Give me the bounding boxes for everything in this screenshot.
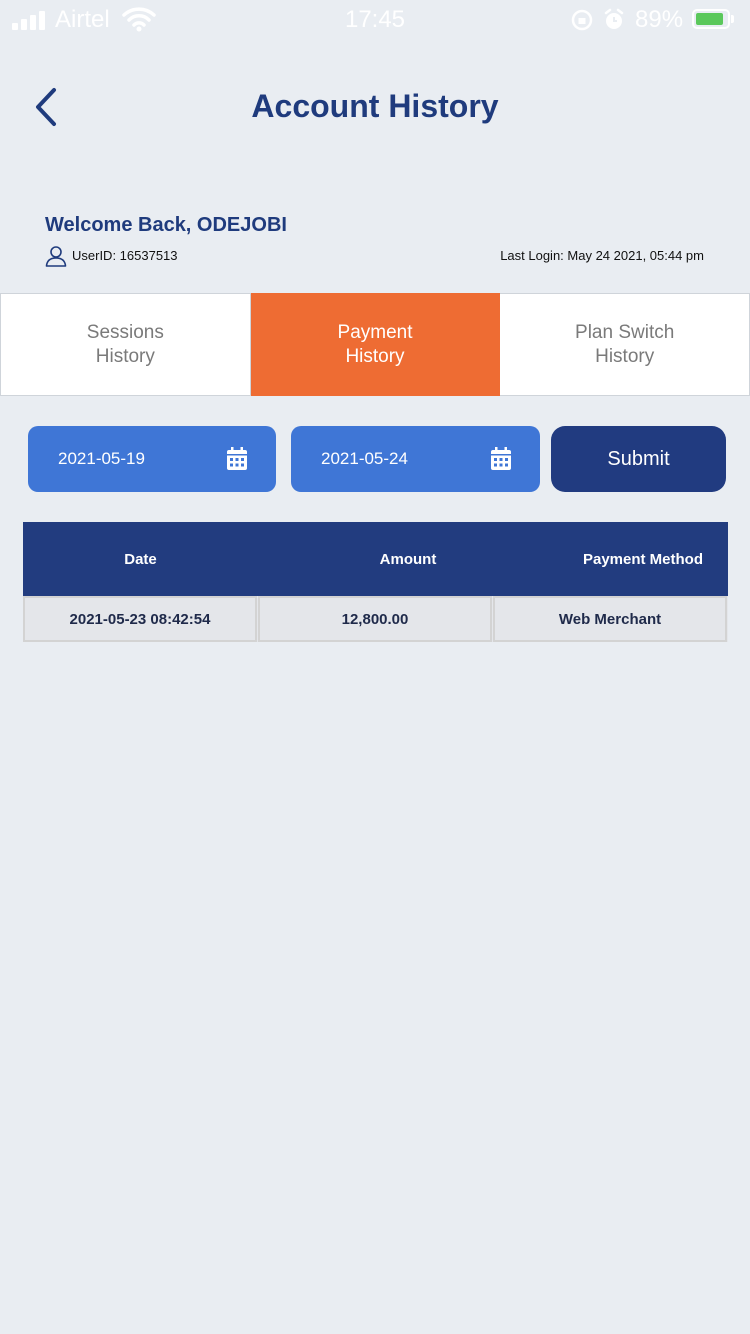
tab-label: Sessions History <box>86 321 164 367</box>
cell-amount: 12,800.00 <box>258 596 492 642</box>
cell-date: 2021-05-23 08:42:54 <box>23 596 257 642</box>
column-header-payment-method: Payment Method <box>582 550 703 568</box>
table-header: Date Amount Payment Method <box>23 522 728 596</box>
history-tabs: Sessions History Payment History Plan Sw… <box>0 293 750 396</box>
payment-history-table: Date Amount Payment Method 2021-05-23 08… <box>23 522 728 642</box>
tab-label: Payment History <box>337 321 413 367</box>
cell-payment-method: Web Merchant <box>493 596 727 642</box>
battery-cap <box>731 15 734 23</box>
table-row: 2021-05-23 08:42:54 12,800.00 Web Mercha… <box>23 596 728 642</box>
start-date-picker[interactable]: 2021-05-19 <box>28 426 276 492</box>
alarm-icon <box>604 8 624 29</box>
end-date-picker[interactable]: 2021-05-24 <box>291 426 540 492</box>
tab-plan-switch-history[interactable]: Plan Switch History <box>500 293 750 396</box>
user-id: UserID: 16537513 <box>72 248 178 263</box>
end-date-value: 2021-05-24 <box>321 449 408 468</box>
battery-icon <box>692 9 730 29</box>
rotation-lock-icon <box>571 9 593 31</box>
tab-sessions-history[interactable]: Sessions History <box>0 293 251 396</box>
welcome-greeting: Welcome Back, ODEJOBI <box>45 214 287 236</box>
user-icon <box>45 246 67 267</box>
column-header-date: Date <box>124 550 157 568</box>
start-date-value: 2021-05-19 <box>58 449 145 468</box>
battery-percent: 89% <box>635 6 684 33</box>
page-title: Account History <box>251 88 499 124</box>
status-bar: Airtel 17:45 89% <box>0 0 750 40</box>
calendar-icon <box>491 447 511 470</box>
last-login: Last Login: May 24 2021, 05:44 pm <box>500 248 704 263</box>
column-header-amount: Amount <box>379 550 437 568</box>
submit-button[interactable]: Submit <box>551 426 726 492</box>
tab-payment-history[interactable]: Payment History <box>250 293 501 396</box>
calendar-icon <box>227 447 247 470</box>
tab-label: Plan Switch History <box>575 321 675 367</box>
